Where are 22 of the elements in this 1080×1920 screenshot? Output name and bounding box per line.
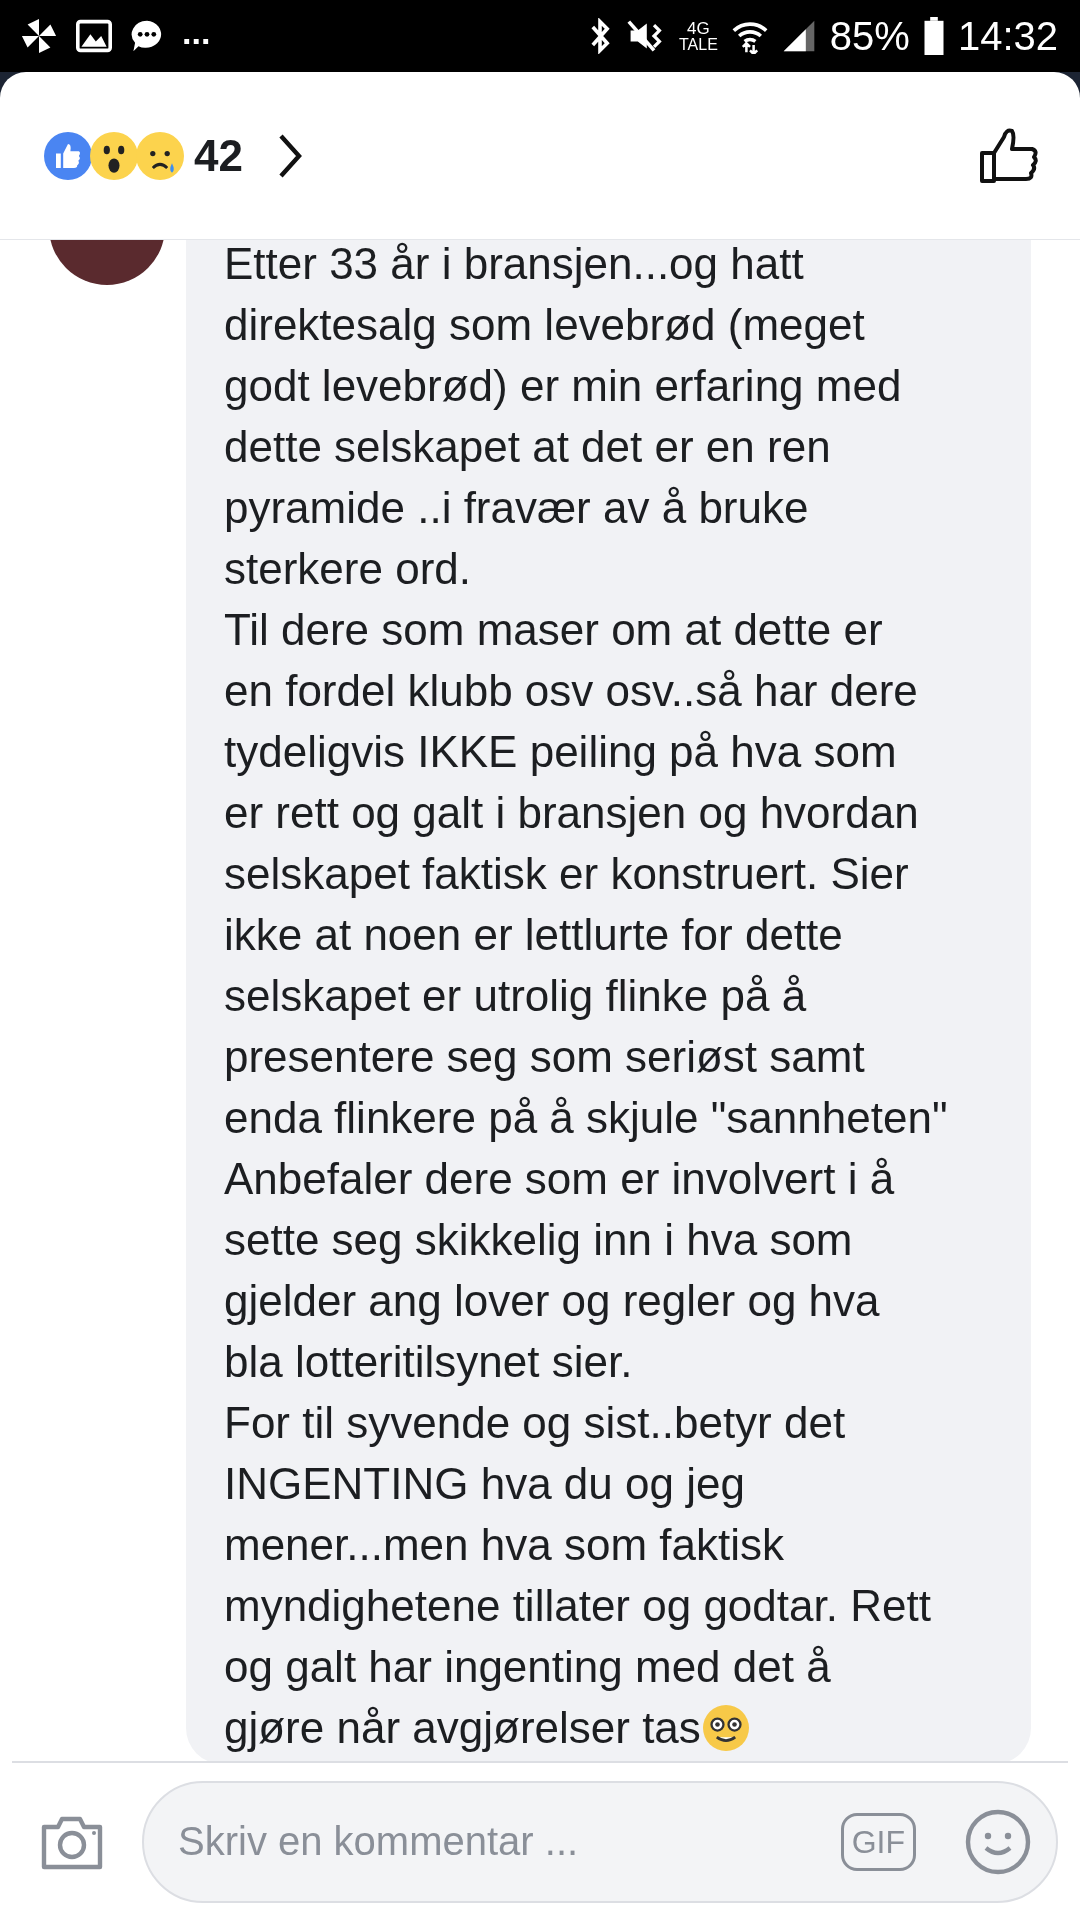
sad-reaction-icon [136, 131, 184, 180]
smiley-icon[interactable] [964, 1807, 1032, 1876]
network-type: 4G [687, 19, 710, 37]
more-notifications: ... [182, 12, 211, 52]
nerd-face-icon [702, 1704, 749, 1751]
battery-percent: 85% [829, 13, 910, 59]
image-icon [76, 19, 112, 53]
wow-reaction-icon [90, 131, 138, 180]
bluetooth-icon [589, 18, 611, 54]
chat-bubble-icon [130, 19, 164, 53]
battery-icon [923, 17, 944, 55]
clock: 14:32 [957, 13, 1058, 59]
comment-text: gjøre når avgjørelser tas [224, 1702, 701, 1754]
thumbs-up-icon[interactable] [978, 126, 1040, 185]
reaction-count[interactable]: 42 [194, 130, 243, 181]
network-label: TALE [679, 36, 718, 53]
signal-icon [781, 19, 816, 53]
comment-input-field[interactable]: Skriv en kommentar ... GIF [142, 1780, 1058, 1903]
like-reaction-icon [44, 131, 92, 180]
mute-vibrate-icon [625, 18, 665, 54]
gif-button[interactable]: GIF [840, 1812, 916, 1871]
pinwheel-icon [20, 17, 58, 55]
